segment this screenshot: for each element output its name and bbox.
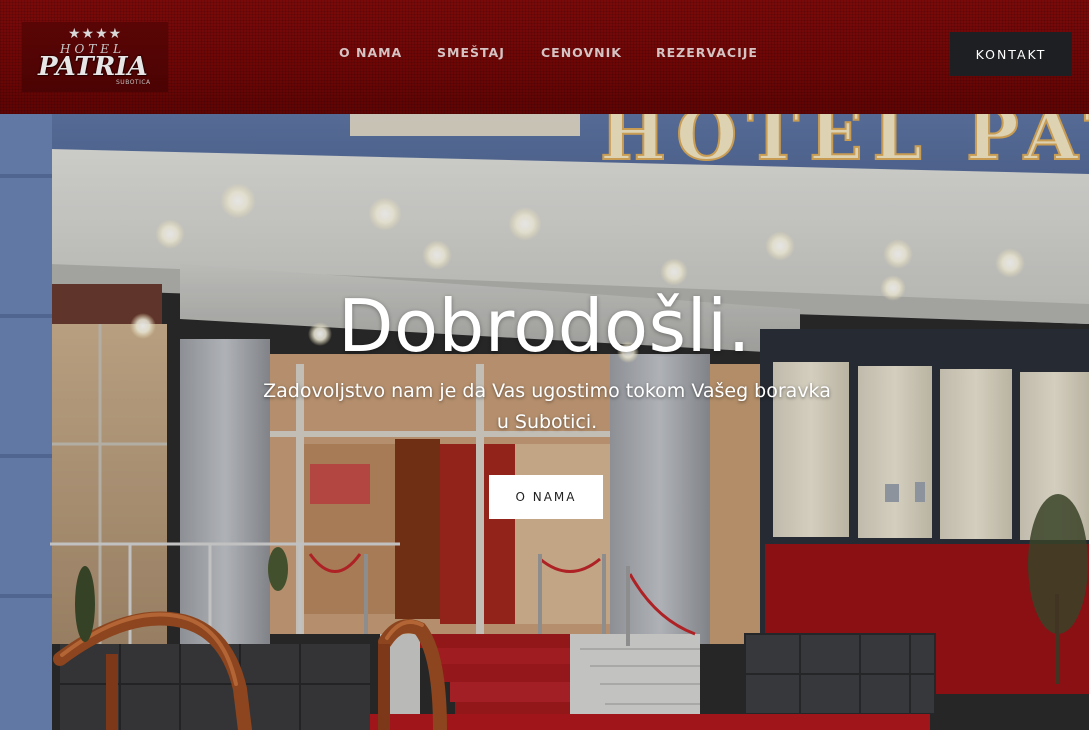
- about-us-button[interactable]: O NAMA: [489, 475, 603, 519]
- hero-subtitle: Zadovoljstvo nam je da Vas ugostimo toko…: [263, 380, 831, 433]
- hero-section: HOTEL PATRIA: [0, 114, 1089, 730]
- contact-button[interactable]: KONTAKT: [950, 32, 1072, 76]
- nav-link-smestaj[interactable]: SMEŠTAJ: [437, 45, 505, 60]
- main-nav: O NAMA SMEŠTAJ CENOVNIK REZERVACIJE: [0, 45, 1089, 63]
- nav-link-rezervacije[interactable]: REZERVACIJE: [656, 45, 758, 60]
- site-header: ★★★★ HOTEL PATRIA SUBOTICA O NAMA SMEŠTA…: [0, 0, 1089, 114]
- nav-link-o-nama[interactable]: O NAMA: [339, 45, 402, 60]
- nav-link-cenovnik[interactable]: CENOVNIK: [541, 45, 622, 60]
- hero-title: Dobrodošli.: [338, 284, 751, 368]
- logo-stars: ★★★★: [68, 26, 123, 42]
- logo-city-text: SUBOTICA: [116, 79, 151, 86]
